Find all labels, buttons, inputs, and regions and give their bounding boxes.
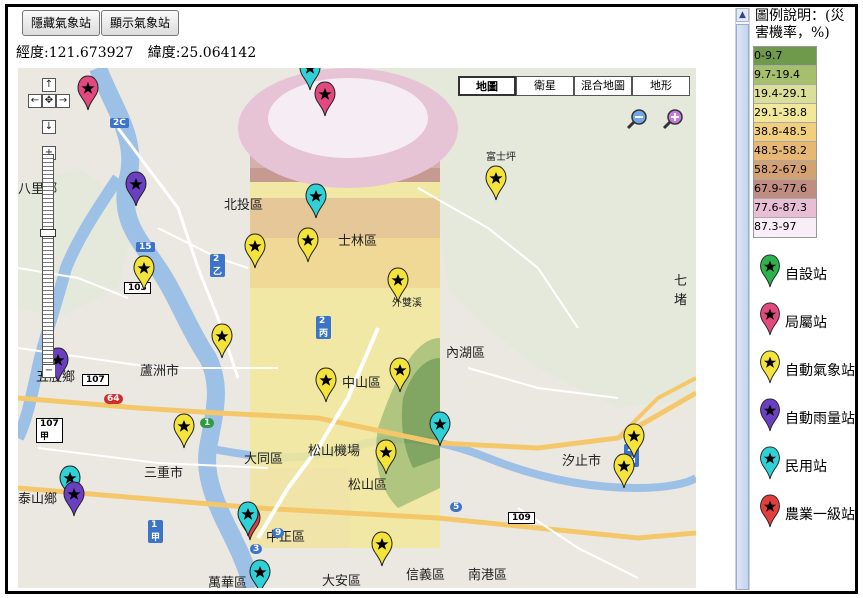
zoom-slider-handle[interactable] [40,229,56,237]
legend-ramp-label: 48.5-58.2 [754,144,807,157]
station-yellow-12 [613,453,635,489]
station-legend-label: 民用站 [785,459,827,475]
station-cyan-2 [305,183,327,219]
cyan-marker-icon [759,446,781,484]
station-legend-row: 自設站 [753,254,857,302]
station-yellow-13 [371,531,393,567]
legend-ramp-label: 38.8-48.5 [754,125,807,138]
yellow-marker-icon [759,350,781,388]
coordinate-readout: 經度:121.673927 緯度:25.064142 [16,42,266,62]
station-yellow-1 [297,227,319,263]
legend-ramp-row: 48.5-58.2 [754,142,816,161]
station-legend-label: 局屬站 [785,315,827,331]
hazard-color-ramp: 0-9.7 9.7-19.4 19.4-29.1 29.1-38.8 38.8-48.5… [753,46,817,238]
zoom-out-button[interactable]: − [42,364,56,378]
pan-left-button[interactable]: ← [28,94,42,108]
legend-ramp-label: 29.1-38.8 [754,106,807,119]
pan-center-button[interactable]: ✥ [42,94,56,108]
legend-panel: 圖例說明：(災害機率，%) 0-9.7 9.7-19.4 19.4-29.1 29.1… [753,8,857,542]
legend-ramp-row: 67.9-77.6 [754,180,816,199]
station-legend-row: 局屬站 [753,302,857,350]
zoom-in-magnifier-icon[interactable] [662,108,684,130]
legend-ramp-row: 38.8-48.5 [754,123,816,142]
station-yellow-9 [173,413,195,449]
station-purple-3 [63,481,85,517]
maptype-hybrid[interactable]: 混合地圖 [574,76,632,96]
legend-ramp-row: 9.7-19.4 [754,66,816,85]
maptype-map[interactable]: 地圖 [458,76,516,96]
station-legend-row: 農業一級站 [753,494,857,542]
station-yellow-5 [387,267,409,303]
maptype-satellite[interactable]: 衛星 [516,76,574,96]
station-legend-row: 自動氣象站 [753,350,857,398]
station-cyan-5 [237,501,259,537]
station-cyan-3 [429,411,451,447]
legend-ramp-label: 9.7-19.4 [754,68,800,81]
station-yellow-3 [133,255,155,291]
maptype-terrain[interactable]: 地形 [632,76,690,96]
station-legend-row: 民用站 [753,446,857,494]
station-legend-label: 自動雨量站 [785,411,855,427]
pink-marker-icon [759,302,781,340]
station-pink-1 [77,75,99,111]
legend-ramp-label: 67.9-77.6 [754,182,807,195]
pan-up-button[interactable]: ↑ [42,78,56,92]
legend-ramp-row: 58.2-67.9 [754,161,816,180]
station-yellow-7 [315,367,337,403]
station-yellow-2 [244,233,266,269]
latitude: 緯度:25.064142 [147,45,257,61]
legend-ramp-row: 0-9.7 [754,47,816,66]
pan-right-button[interactable]: → [56,94,70,108]
station-legend-label: 農業一級站 [785,507,855,523]
station-cyan-6 [249,559,271,588]
legend-ramp-label: 0-9.7 [754,49,783,62]
station-legend: 自設站局屬站自動氣象站自動雨量站民用站農業一級站 [753,254,857,542]
longitude: 經度:121.673927 [16,45,134,61]
purple-marker-icon [759,398,781,436]
station-purple-1 [125,171,147,207]
station-pink-2 [314,81,336,117]
station-yellow-4 [485,165,507,201]
station-yellow-11 [623,423,645,459]
legend-ramp-row: 77.6-87.3 [754,199,816,218]
legend-ramp-label: 77.6-87.3 [754,201,807,214]
station-legend-label: 自設站 [785,267,827,283]
legend-ramp-label: 58.2-67.9 [754,163,807,176]
red-marker-icon [759,494,781,532]
legend-ramp-label: 19.4-29.1 [754,87,807,100]
station-markers [47,68,645,588]
station-yellow-6 [211,323,233,359]
hide-stations-button[interactable]: 隱藏氣象站 [22,10,101,36]
scroll-up-icon[interactable]: ▲ [736,8,749,22]
zoom-out-magnifier-icon[interactable] [626,108,648,130]
map-view[interactable]: 北投區 士林區 內湖區 中山區 松山機場 松山區 大同區 中正區 信義區 南港區… [18,68,696,588]
zoom-slider[interactable] [40,154,56,366]
station-yellow-8 [389,357,411,393]
show-stations-button[interactable]: 顯示氣象站 [101,10,180,36]
station-yellow-10 [375,439,397,475]
green-marker-icon [759,254,781,292]
legend-ramp-label: 87.3-97 [754,220,797,233]
station-legend-label: 自動氣象站 [785,363,855,379]
station-legend-row: 自動雨量站 [753,398,857,446]
legend-scrollbar[interactable]: ▲ [735,8,750,590]
legend-ramp-row: 29.1-38.8 [754,104,816,123]
legend-title: 圖例說明：(災害機率，%) [755,8,845,41]
scrollbar-thumb[interactable] [736,24,749,590]
legend-ramp-row: 19.4-29.1 [754,85,816,104]
pan-down-button[interactable]: ↓ [42,120,56,134]
legend-ramp-row: 87.3-97 [754,218,816,237]
